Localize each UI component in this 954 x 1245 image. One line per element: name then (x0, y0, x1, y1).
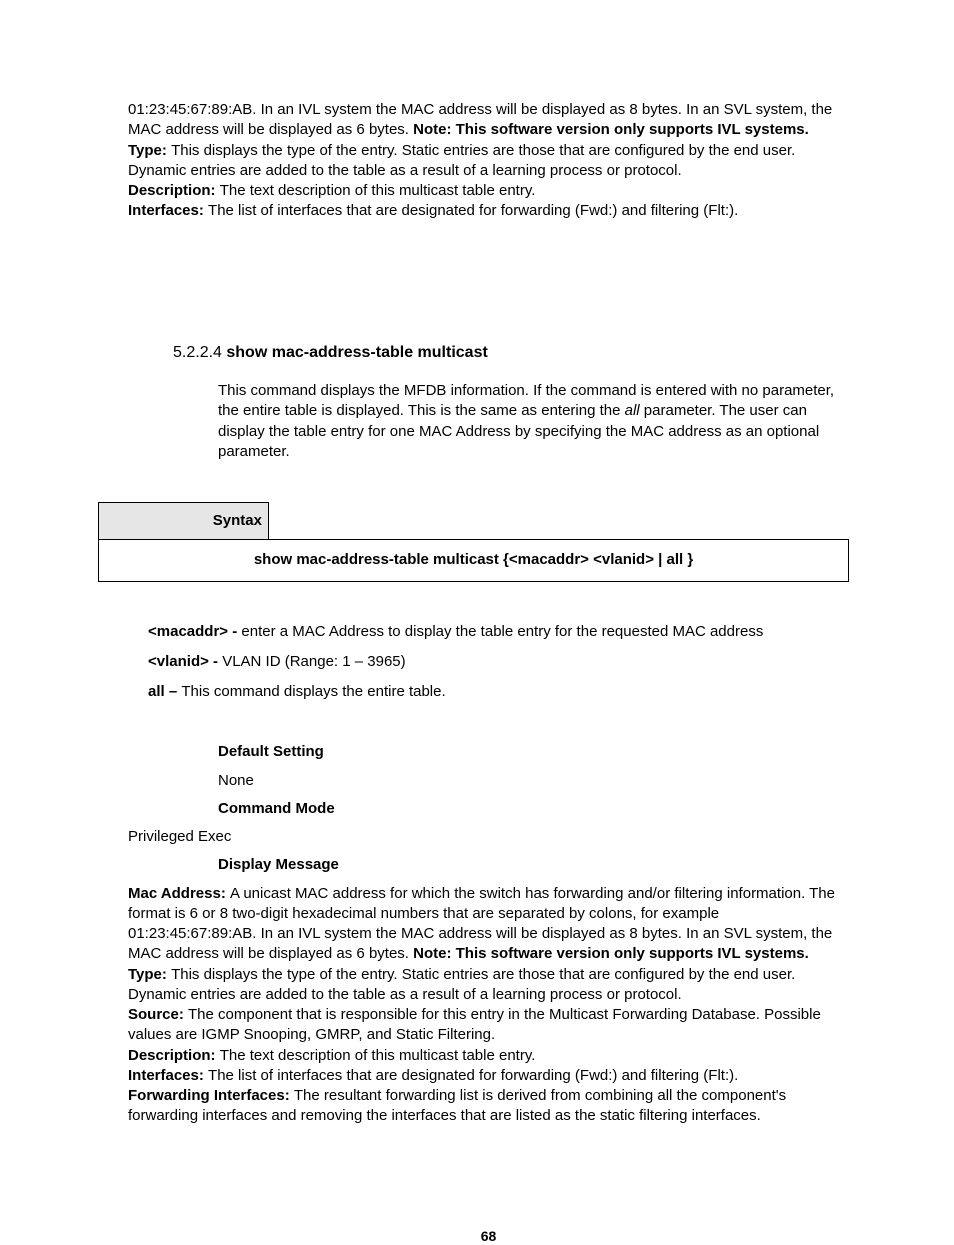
display-source: Source: The component that is responsibl… (128, 1005, 849, 1046)
type-label: Type: (128, 142, 171, 159)
display-message-block: Mac Address: A unicast MAC address for w… (128, 884, 849, 1127)
display-desc: Description: The text description of thi… (128, 1046, 849, 1066)
display-mac-label: Mac Address: (128, 885, 230, 902)
top-paragraph-block: 01:23:45:67:89:AB. In an IVL system the … (128, 100, 849, 222)
section-number: 5.2.2.4 (173, 344, 226, 361)
syntax-command-cell: show mac-address-table multicast {<macad… (99, 540, 849, 581)
desc-label: Description: (128, 182, 220, 199)
parameter-list: <macaddr> - enter a MAC Address to displ… (148, 622, 849, 703)
top-line-1: 01:23:45:67:89:AB. In an IVL system the … (128, 100, 849, 141)
display-fwd-label: Forwarding Interfaces: (128, 1087, 294, 1104)
param-all-label: all – (148, 683, 181, 700)
page-number: 68 (128, 1227, 849, 1245)
param-all: all – This command displays the entire t… (148, 682, 849, 702)
intf-text: The list of interfaces that are designat… (208, 202, 738, 219)
display-mac-note: Note: This software version only support… (413, 945, 809, 962)
section-heading: 5.2.2.4 show mac-address-table multicast (173, 342, 849, 364)
syntax-table: Syntax show mac-address-table multicast … (98, 502, 849, 582)
command-mode-heading: Command Mode (218, 799, 849, 819)
display-desc-text: The text description of this multicast t… (220, 1047, 536, 1064)
display-fwd: Forwarding Interfaces: The resultant for… (128, 1086, 849, 1127)
display-type-text: This displays the type of the entry. Sta… (128, 966, 795, 1003)
desc-text: The text description of this multicast t… (220, 182, 536, 199)
param-macaddr: <macaddr> - enter a MAC Address to displ… (148, 622, 849, 642)
display-message-heading: Display Message (218, 855, 849, 875)
top-note: Note: This software version only support… (413, 121, 809, 138)
param-vlan-text: VLAN ID (Range: 1 – 3965) (222, 653, 405, 670)
display-type: Type: This displays the type of the entr… (128, 965, 849, 1006)
type-text: This displays the type of the entry. Sta… (128, 142, 795, 179)
section-description: This command displays the MFDB informati… (218, 381, 849, 462)
param-mac-label: <macaddr> - (148, 623, 241, 640)
display-src-label: Source: (128, 1006, 188, 1023)
intf-label: Interfaces: (128, 202, 208, 219)
param-mac-text: enter a MAC Address to display the table… (241, 623, 763, 640)
display-type-label: Type: (128, 966, 171, 983)
top-intf-line: Interfaces: The list of interfaces that … (128, 201, 849, 221)
command-mode-value: Privileged Exec (128, 827, 849, 847)
param-vlan-label: <vlanid> - (148, 653, 222, 670)
syntax-empty-cell (269, 503, 849, 540)
section-desc-all: all (625, 402, 640, 419)
section-title: show mac-address-table multicast (226, 344, 487, 361)
display-desc-label: Description: (128, 1047, 220, 1064)
param-all-text: This command displays the entire table. (181, 683, 445, 700)
display-intf-text: The list of interfaces that are designat… (208, 1067, 738, 1084)
display-mac: Mac Address: A unicast MAC address for w… (128, 884, 849, 965)
syntax-label-cell: Syntax (99, 503, 269, 540)
default-setting-heading: Default Setting (218, 742, 849, 762)
display-intf: Interfaces: The list of interfaces that … (128, 1066, 849, 1086)
param-vlanid: <vlanid> - VLAN ID (Range: 1 – 3965) (148, 652, 849, 672)
default-setting-value: None (218, 771, 849, 791)
top-desc-line: Description: The text description of thi… (128, 181, 849, 201)
display-src-text: The component that is responsible for th… (128, 1006, 821, 1043)
top-type-line: Type: This displays the type of the entr… (128, 141, 849, 182)
display-intf-label: Interfaces: (128, 1067, 208, 1084)
